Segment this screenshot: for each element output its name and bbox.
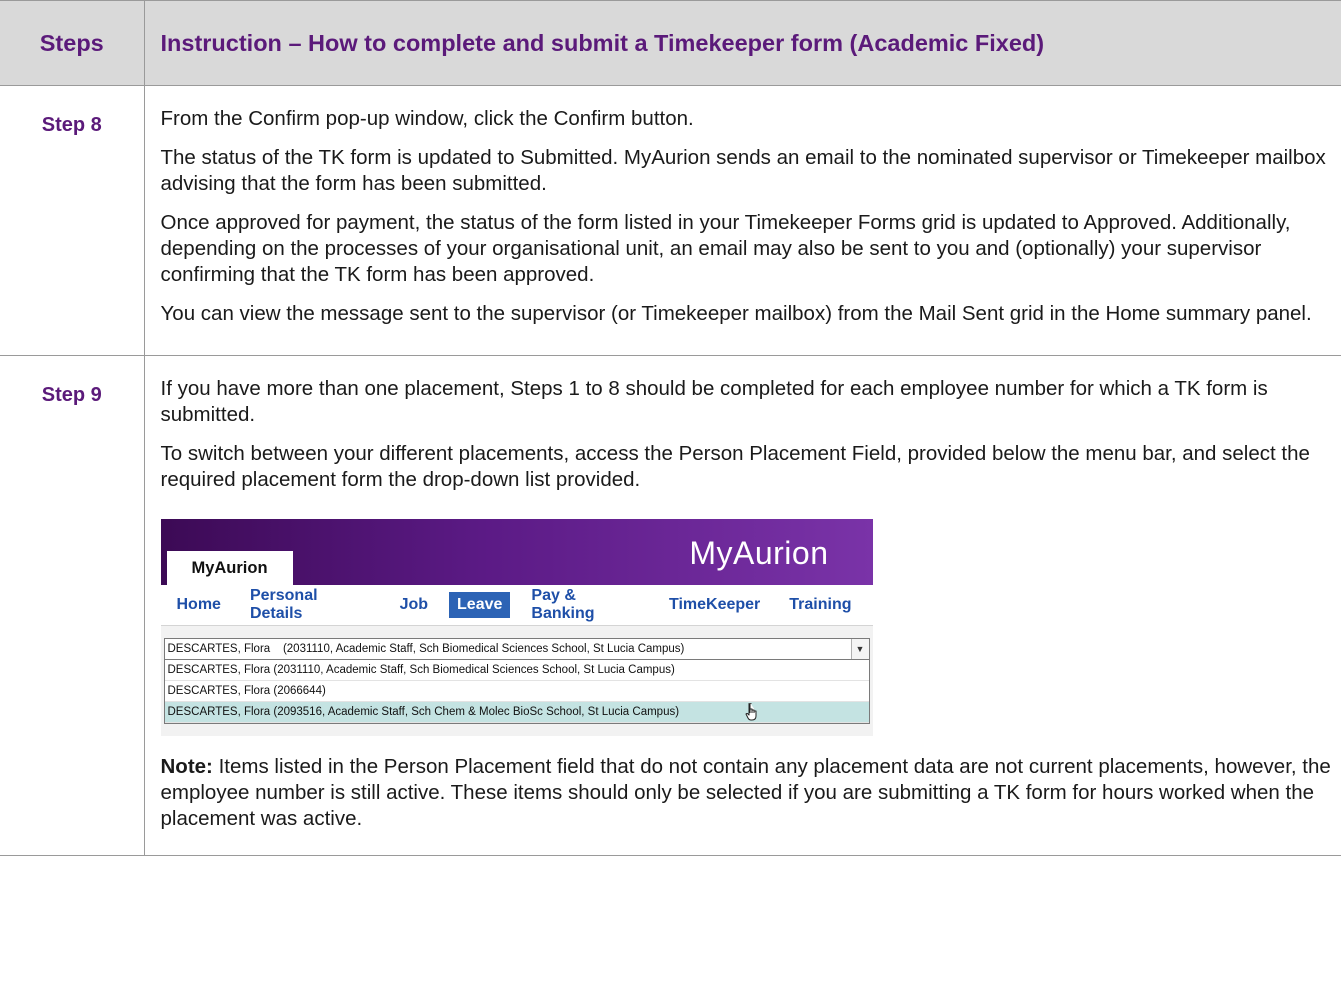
placement-option-label: DESCARTES, Flora (2093516, Academic Staf… [167,706,680,718]
myaurion-brand-logo: MyAurion [689,535,829,571]
myaurion-tab[interactable]: MyAurion [166,551,293,585]
instruction-paragraph: Once approved for payment, the status of… [160,211,1291,286]
person-placement-dropdown-list: DESCARTES, Flora (2031110, Academic Staf… [163,660,870,724]
person-placement-area: DESCARTES, Flora (2031110, Academic Staf… [160,626,873,724]
nav-item-job[interactable]: Job [392,592,436,618]
nav-item-training[interactable]: Training [781,592,859,618]
instruction-paragraph: The status of the TK form is updated to … [160,146,1326,195]
instruction-table: Steps Instruction – How to complete and … [0,0,1341,856]
instruction-column-header: Instruction – How to complete and submit… [143,0,1341,86]
note-label: Note: [160,755,213,778]
instruction-paragraph: To switch between your different placeme… [160,442,1310,491]
myaurion-menu-bar: Home Personal Details Job Leave Pay & Ba… [160,583,873,627]
table-header-row: Steps Instruction – How to complete and … [0,0,1341,86]
myaurion-banner: MyAurion MyAurion [160,519,873,585]
person-placement-select[interactable]: DESCARTES, Flora (2031110, Academic Staf… [163,638,870,660]
instruction-cell: From the Confirm pop-up window, click th… [143,85,1341,356]
nav-item-pay-banking[interactable]: Pay & Banking [523,583,648,627]
note-text: Items listed in the Person Placement fie… [160,755,1331,830]
nav-item-home[interactable]: Home [169,592,229,618]
placement-option[interactable]: DESCARTES, Flora (2031110, Academic Staf… [164,660,869,681]
myaurion-screenshot: MyAurion MyAurion Home Personal Details … [160,519,873,736]
instruction-paragraph: If you have more than one placement, Ste… [160,377,1268,426]
step-label: Step 9 [0,355,145,856]
step-label: Step 8 [0,85,145,356]
table-row: Step 8 From the Confirm pop-up window, c… [0,85,1341,356]
nav-item-leave[interactable]: Leave [449,592,511,618]
placement-option[interactable]: DESCARTES, Flora (2066644) [164,681,869,702]
table-row: Step 9 If you have more than one placeme… [0,355,1341,856]
chevron-down-icon[interactable]: ▼ [850,639,869,659]
person-placement-value: DESCARTES, Flora (2031110, Academic Staf… [167,643,685,655]
nav-item-timekeeper[interactable]: TimeKeeper [661,592,768,618]
placement-option-hovered[interactable]: DESCARTES, Flora (2093516, Academic Staf… [164,702,869,723]
instruction-paragraph: You can view the message sent to the sup… [160,302,1312,325]
note-paragraph: Note: Items listed in the Person Placeme… [161,754,1341,832]
hand-pointer-icon [745,703,756,721]
instruction-paragraph: From the Confirm pop-up window, click th… [160,107,694,130]
nav-item-personal-details[interactable]: Personal Details [242,583,379,627]
steps-column-header: Steps [0,0,145,86]
instruction-cell: If you have more than one placement, Ste… [143,355,1341,856]
